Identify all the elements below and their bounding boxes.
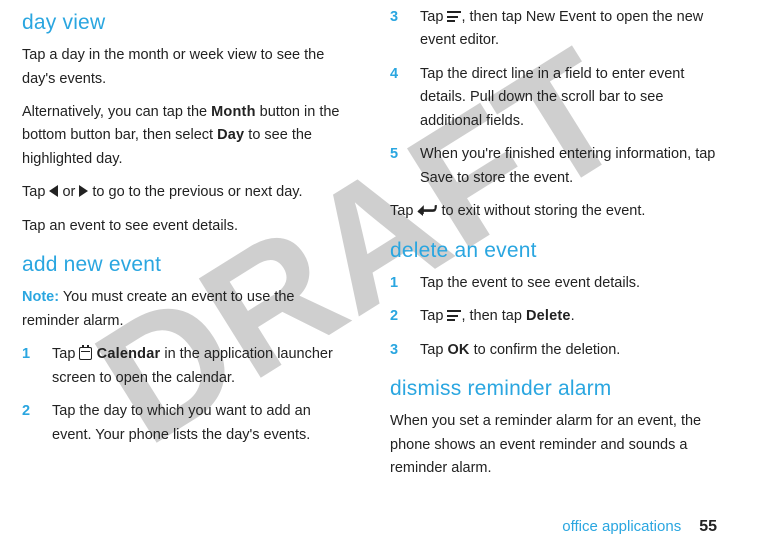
step-text: Tap the direct line in a field to enter … [420, 63, 717, 133]
heading-day-view: day view [22, 6, 344, 40]
text: Tap [390, 203, 417, 219]
heading-delete-event: delete an event [390, 234, 717, 268]
paragraph: Tap a day in the month or week view to s… [22, 44, 344, 91]
heading-add-event: add new event [22, 248, 344, 282]
paragraph: When you set a reminder alarm for an eve… [390, 410, 717, 480]
delete-step-2: 2 Tap , then tap Delete. [390, 305, 717, 328]
text: Tap [420, 342, 447, 358]
step-number: 3 [390, 6, 420, 53]
text: Tap [420, 9, 447, 25]
text: to confirm the deletion. [470, 342, 621, 358]
step-4: 4 Tap the direct line in a field to ente… [390, 63, 717, 133]
step-number: 2 [390, 305, 420, 328]
step-5: 5 When you're finished entering informat… [390, 143, 717, 190]
day-button-label: Day [217, 127, 244, 143]
back-arrow-icon [417, 205, 437, 217]
step-number: 4 [390, 63, 420, 133]
step-number: 3 [390, 339, 420, 362]
step-text: Tap , then tap Delete. [420, 305, 717, 328]
right-column: 3 Tap , then tap New Event to open the n… [390, 6, 717, 491]
step-2: 2 Tap the day to which you want to add a… [22, 400, 344, 447]
text: Tap [52, 346, 79, 362]
step-text: When you're finished entering informatio… [420, 143, 717, 190]
paragraph: Tap or to go to the previous or next day… [22, 181, 344, 204]
text: or [58, 184, 79, 200]
page-footer: office applications 55 [562, 518, 717, 536]
step-1: 1 Tap Calendar in the application launch… [22, 343, 344, 390]
menu-icon [447, 310, 461, 321]
text: to exit without storing the event. [437, 203, 645, 219]
text: Tap [22, 184, 49, 200]
step-text: Tap the event to see event details. [420, 272, 717, 295]
step-number: 1 [390, 272, 420, 295]
text: Tap [420, 308, 447, 324]
paragraph: Tap to exit without storing the event. [390, 200, 717, 223]
text: , then tap [461, 308, 526, 324]
step-number: 5 [390, 143, 420, 190]
heading-dismiss-alarm: dismiss reminder alarm [390, 372, 717, 406]
text: Alternatively, you can tap the [22, 104, 211, 120]
paragraph: Alternatively, you can tap the Month but… [22, 101, 344, 171]
text: You must create an event to use the remi… [22, 289, 294, 328]
delete-step-1: 1 Tap the event to see event details. [390, 272, 717, 295]
paragraph: Tap an event to see event details. [22, 215, 344, 238]
step-number: 2 [22, 400, 52, 447]
month-button-label: Month [211, 104, 255, 120]
step-text: Tap Calendar in the application launcher… [52, 343, 344, 390]
ok-label: OK [447, 342, 469, 358]
text: , then tap New Event to open the new eve… [420, 9, 703, 48]
page-content: day view Tap a day in the month or week … [22, 6, 717, 491]
menu-icon [447, 11, 461, 22]
footer-section-label: office applications [562, 518, 681, 535]
text: . [571, 308, 575, 324]
step-text: Tap OK to confirm the deletion. [420, 339, 717, 362]
note-label: Note: [22, 289, 59, 305]
step-number: 1 [22, 343, 52, 390]
step-text: Tap , then tap New Event to open the new… [420, 6, 717, 53]
delete-label: Delete [526, 308, 571, 324]
delete-step-3: 3 Tap OK to confirm the deletion. [390, 339, 717, 362]
note-paragraph: Note: You must create an event to use th… [22, 286, 344, 333]
step-3: 3 Tap , then tap New Event to open the n… [390, 6, 717, 53]
page-number: 55 [699, 518, 717, 535]
calendar-icon [79, 347, 92, 360]
calendar-label: Calendar [92, 346, 160, 362]
left-column: day view Tap a day in the month or week … [22, 6, 344, 491]
text: to go to the previous or next day. [88, 184, 302, 200]
step-text: Tap the day to which you want to add an … [52, 400, 344, 447]
